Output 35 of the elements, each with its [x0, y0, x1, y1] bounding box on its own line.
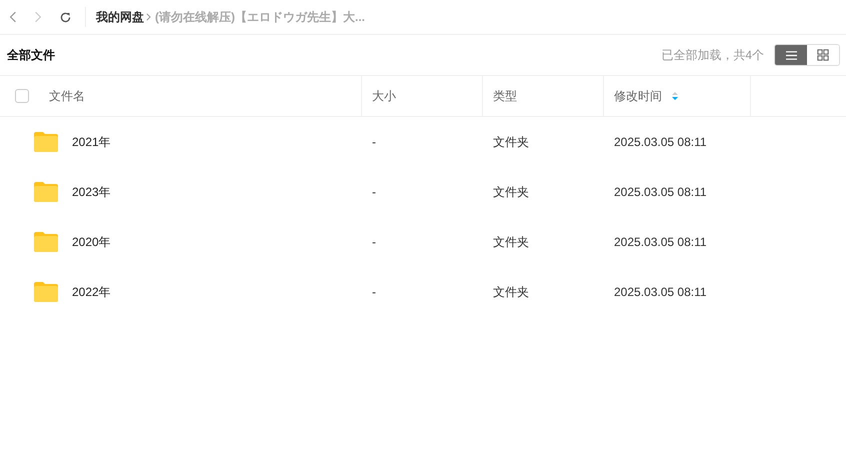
- column-header[interactable]: 类型: [493, 88, 517, 104]
- file-type: 文件夹: [493, 184, 529, 200]
- modified-time: 2025.03.05 08:11: [614, 135, 707, 149]
- file-size: -: [372, 235, 376, 249]
- list-view-button[interactable]: [775, 45, 807, 65]
- file-type: 文件夹: [493, 284, 529, 300]
- sort-icon[interactable]: [672, 91, 678, 101]
- folder-icon: [33, 181, 59, 203]
- modified-time: 2025.03.05 08:11: [614, 185, 707, 199]
- modified-time: 2025.03.05 08:11: [614, 235, 707, 249]
- file-name[interactable]: 2022年: [72, 284, 111, 300]
- folder-icon: [33, 131, 59, 153]
- column-header[interactable]: 修改时间: [614, 88, 662, 104]
- file-type: 文件夹: [493, 134, 529, 150]
- refresh-icon[interactable]: [59, 10, 72, 24]
- load-status: 已全部加载，共4个: [661, 46, 764, 64]
- section-title: 全部文件: [7, 46, 56, 64]
- column-header[interactable]: 文件名: [49, 88, 85, 104]
- folder-icon: [33, 231, 59, 253]
- breadcrumb-link[interactable]: 我的网盘: [96, 8, 144, 26]
- file-name[interactable]: 2020年: [72, 234, 111, 250]
- column-header[interactable]: 大小: [372, 88, 396, 104]
- file-size: -: [372, 185, 376, 199]
- chevron-icon: [146, 13, 151, 21]
- grid-icon: [817, 49, 829, 61]
- file-size: -: [372, 285, 376, 299]
- list-icon: [784, 50, 798, 60]
- file-name[interactable]: 2023年: [72, 184, 111, 200]
- modified-time: 2025.03.05 08:11: [614, 285, 707, 299]
- select-all-checkbox[interactable]: [15, 89, 29, 103]
- file-name[interactable]: 2021年: [72, 134, 111, 150]
- file-type: 文件夹: [493, 234, 529, 250]
- file-size: -: [372, 135, 376, 149]
- folder-icon: [33, 281, 59, 303]
- back-icon[interactable]: [9, 11, 17, 23]
